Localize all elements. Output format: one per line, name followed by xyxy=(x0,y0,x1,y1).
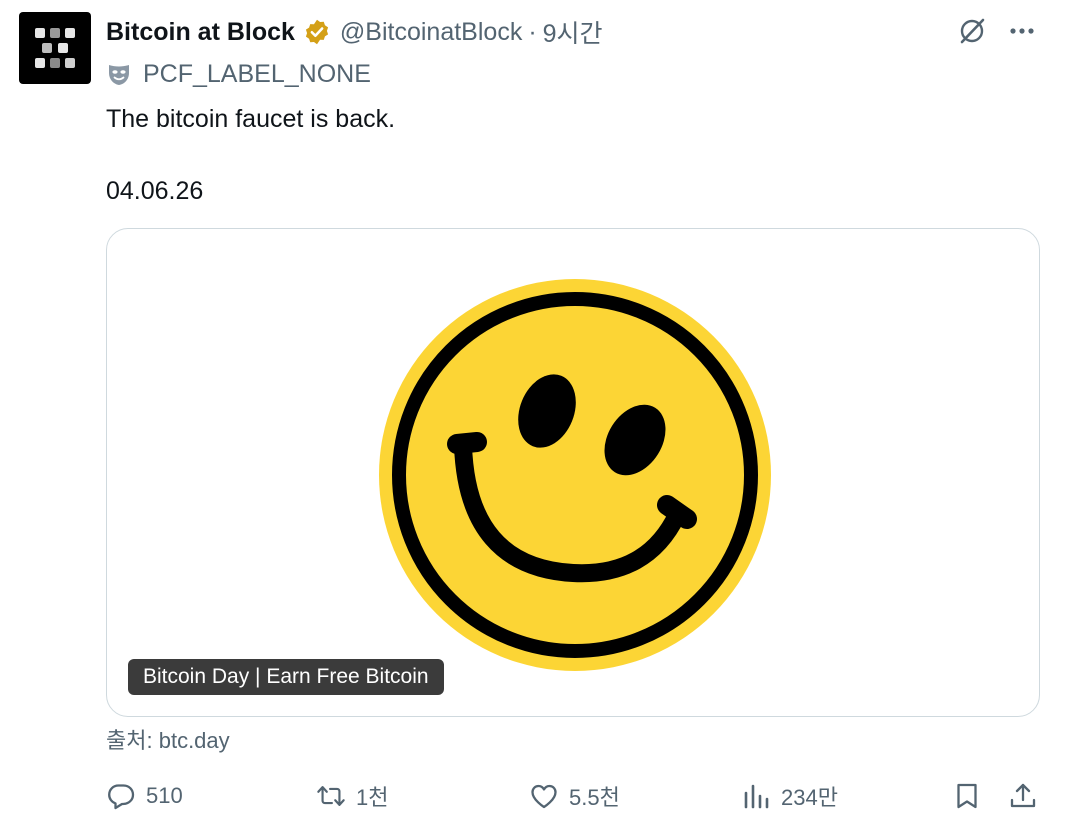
reply-icon xyxy=(106,781,136,811)
account-label-text: PCF_LABEL_NONE xyxy=(143,59,371,88)
block-logo-icon xyxy=(35,28,75,68)
reply-count: 510 xyxy=(146,783,183,808)
verified-badge-icon[interactable] xyxy=(303,18,331,46)
author-handle[interactable]: @BitcoinatBlock xyxy=(340,18,522,47)
bookmark-icon xyxy=(952,781,982,811)
link-card[interactable]: Bitcoin Day | Earn Free Bitcoin xyxy=(106,228,1040,717)
source-domain-link[interactable]: btc.day xyxy=(159,728,230,753)
card-source: 출처: btc.day xyxy=(106,725,230,757)
tweet-header: Bitcoin at Block @BitcoinatBlock · 9시간 xyxy=(106,14,603,50)
tweet-timestamp[interactable]: 9시간 xyxy=(543,14,603,50)
tweet-text: The bitcoin faucet is back. xyxy=(106,105,396,133)
like-button[interactable]: 5.5천 xyxy=(529,772,620,820)
share-button[interactable] xyxy=(1008,772,1038,820)
card-title: Bitcoin Day | Earn Free Bitcoin xyxy=(128,659,444,695)
separator-dot: · xyxy=(528,17,537,46)
source-prefix: 출처: xyxy=(106,728,153,753)
smiley-face-image xyxy=(379,279,771,671)
views-icon xyxy=(741,781,771,811)
author-display-name[interactable]: Bitcoin at Block xyxy=(106,18,295,47)
repost-button[interactable]: 1천 xyxy=(316,772,388,820)
share-icon xyxy=(1008,781,1038,811)
reply-button[interactable]: 510 xyxy=(106,772,183,820)
grok-icon[interactable] xyxy=(955,14,989,48)
account-label: PCF_LABEL_NONE xyxy=(106,57,371,91)
avatar[interactable] xyxy=(19,12,91,84)
views-button[interactable]: 234만 xyxy=(741,772,838,820)
tweet-date-line: 04.06.26 xyxy=(106,177,204,205)
repost-icon xyxy=(316,781,346,811)
bookmark-button[interactable] xyxy=(952,772,982,820)
repost-count: 1천 xyxy=(356,785,389,810)
tweet-top-actions xyxy=(955,14,1039,48)
more-icon[interactable] xyxy=(1005,14,1039,48)
like-icon xyxy=(529,781,559,811)
mask-icon xyxy=(106,61,132,87)
like-count: 5.5천 xyxy=(569,785,620,810)
view-count: 234만 xyxy=(781,785,838,810)
tweet-actions-bar: 510 1천 5.5천 234만 xyxy=(0,772,1067,820)
